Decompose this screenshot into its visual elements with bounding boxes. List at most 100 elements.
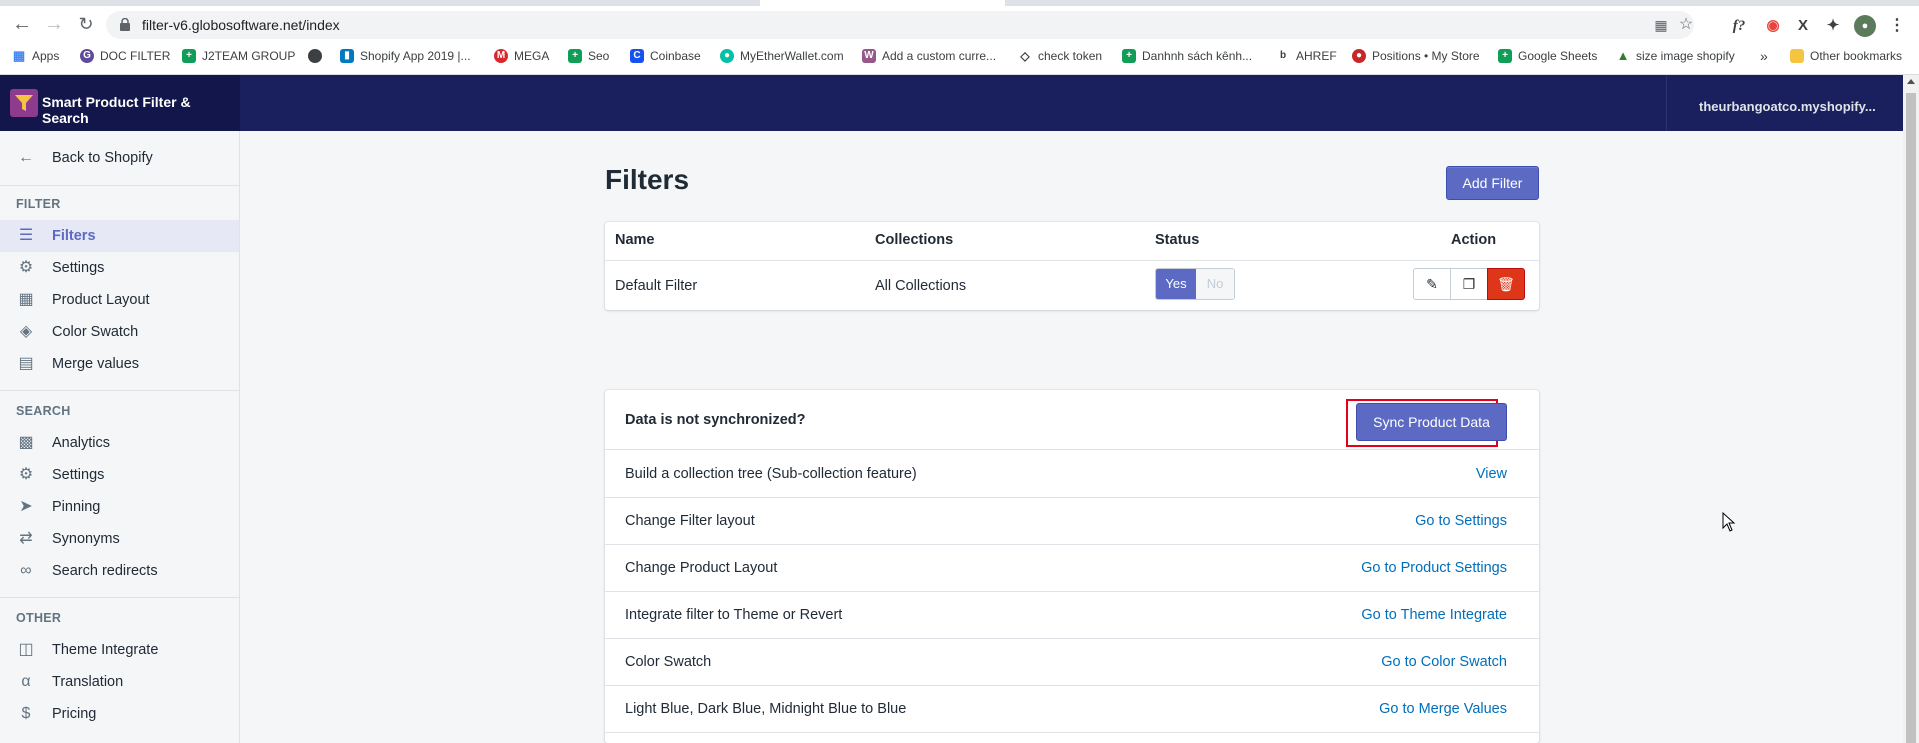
sidebar-item-color-swatch[interactable]: ◈ Color Swatch — [0, 316, 239, 348]
sheets-icon: + — [1122, 49, 1136, 63]
list-item-label: Change Filter layout — [625, 513, 755, 529]
go-to-color-swatch-link[interactable]: Go to Color Swatch — [1381, 654, 1507, 670]
sidebar-item-filters[interactable]: ☰ Filters — [0, 220, 239, 252]
woo-icon: W — [862, 49, 876, 63]
sync-product-data-button[interactable]: Sync Product Data — [1356, 403, 1507, 441]
bookmark-coinbase[interactable]: C Coinbase — [630, 47, 701, 65]
filter-collections: All Collections — [875, 278, 967, 294]
bookmark-positions[interactable]: ● Positions • My Store — [1352, 47, 1480, 65]
sidebar-item-translation[interactable]: α Translation — [0, 666, 239, 698]
ahrefs-icon: b — [1279, 50, 1287, 61]
theme-tree-icon: ◫ — [18, 641, 34, 658]
other-bookmarks-folder[interactable]: Other bookmarks — [1790, 47, 1902, 65]
list-item-label: Build a collection tree (Sub-collection … — [625, 466, 917, 482]
list-item: Build a collection tree (Sub-collection … — [605, 451, 1539, 498]
address-row: ← → ↻ filter-v6.globosoftware.net/index … — [0, 8, 1919, 40]
sidebar-item-search-redirects[interactable]: ∞ Search redirects — [0, 555, 239, 587]
go-to-settings-link[interactable]: Go to Settings — [1415, 513, 1507, 529]
sidebar-item-product-layout[interactable]: ▦ Product Layout — [0, 284, 239, 316]
store-name: theurbangoatco.myshopify... — [1699, 99, 1876, 114]
bookmark-check-token[interactable]: ◇ check token — [1018, 47, 1102, 65]
dollar-circle-icon: $ — [21, 705, 31, 722]
sidebar-item-merge-values[interactable]: ▤ Merge values — [0, 348, 239, 380]
store-menu[interactable]: theurbangoatco.myshopify... — [1666, 75, 1903, 131]
edit-button[interactable]: ✎ — [1413, 268, 1451, 300]
list-item-label: Integrate filter to Theme or Revert — [625, 607, 843, 623]
sidebar-item-filter-settings[interactable]: ⚙ Settings — [0, 252, 239, 284]
bookmark-seo[interactable]: + Seo — [568, 47, 609, 65]
sync-question: Data is not synchronized? — [625, 412, 806, 428]
bookmark-danh-sach-kenh[interactable]: + Danhnh sách kênh... — [1122, 47, 1252, 65]
scroll-up-arrow-icon[interactable] — [1907, 79, 1915, 84]
bookmark-google-sheets[interactable]: + Google Sheets — [1498, 47, 1597, 65]
filter-name[interactable]: Default Filter — [615, 278, 697, 294]
go-to-product-settings-link[interactable]: Go to Product Settings — [1361, 560, 1507, 576]
bookmark-add-custom-currency[interactable]: W Add a custom curre... — [862, 47, 996, 65]
sidebar-item-theme-integrate[interactable]: ◫ Theme Integrate — [0, 634, 239, 666]
bookmark-size-image-shopify[interactable]: ▲ size image shopify — [1616, 47, 1735, 65]
list-item: Integrate filter to Theme or Revert Go t… — [605, 592, 1539, 639]
sidebar-item-search-settings[interactable]: ⚙ Settings — [0, 459, 239, 491]
page-title: Filters — [605, 164, 690, 195]
column-header-action: Action — [1451, 232, 1497, 248]
puzzle-extensions-icon[interactable]: ✦ — [1822, 15, 1844, 37]
sidebar-section-search: SEARCH — [16, 404, 71, 418]
trello-icon: ▮ — [340, 49, 354, 63]
notification-extension-icon[interactable]: ◉ — [1762, 15, 1784, 37]
forward-arrow-icon[interactable]: → — [42, 12, 66, 36]
sidebar-item-pricing[interactable]: $ Pricing — [0, 698, 239, 730]
pin-icon: ➤ — [19, 498, 33, 515]
bookmark-globe[interactable] — [308, 47, 328, 65]
shopify-icon: ▲ — [1616, 48, 1630, 63]
bookmarks-overflow-button[interactable]: » — [1760, 47, 1768, 65]
app-title: Smart Product Filter & Search — [42, 94, 191, 126]
active-tab[interactable] — [760, 0, 1005, 6]
bookmark-star-icon[interactable]: ☆ — [1676, 15, 1696, 35]
folder-icon — [1790, 49, 1804, 63]
bookmark-j2team-group[interactable]: + J2TEAM GROUP — [182, 47, 295, 65]
list-item-label: Color Swatch — [625, 654, 712, 670]
duplicate-button[interactable]: ❐ — [1450, 268, 1488, 300]
page-scrollbar[interactable] — [1903, 75, 1919, 743]
list-item: Color Swatch Go to Color Swatch — [605, 639, 1539, 686]
status-no-button[interactable]: No — [1196, 269, 1234, 299]
url-text: filter-v6.globosoftware.net/index — [142, 17, 340, 33]
column-header-collections: Collections — [875, 232, 954, 248]
back-to-shopify-link[interactable]: ← Back to Shopify — [0, 141, 239, 175]
sheets-icon: + — [1498, 49, 1512, 63]
browser-menu-icon[interactable]: ⋮ — [1886, 15, 1908, 37]
status-toggle[interactable]: Yes No — [1155, 268, 1235, 300]
repeat-icon: ⇄ — [19, 530, 33, 547]
translate-icon[interactable]: ▦ — [1651, 15, 1671, 35]
view-collection-tree-link[interactable]: View — [1476, 466, 1507, 482]
app-brand[interactable]: Smart Product Filter & Search — [0, 75, 240, 131]
book-open-icon: ▤ — [18, 355, 34, 372]
reload-icon[interactable]: ↻ — [74, 12, 98, 36]
sidebar-item-synonyms[interactable]: ⇄ Synonyms — [0, 523, 239, 555]
delete-button[interactable]: 🗑 — [1487, 268, 1525, 300]
mew-icon: ● — [720, 49, 734, 63]
bookmark-myetherwallet[interactable]: ● MyEtherWallet.com — [720, 47, 844, 65]
layout-grid-icon: ▦ — [18, 291, 34, 308]
go-to-theme-integrate-link[interactable]: Go to Theme Integrate — [1361, 607, 1507, 623]
scrollbar-thumb[interactable] — [1906, 93, 1916, 743]
status-yes-button[interactable]: Yes — [1156, 269, 1196, 299]
bookmark-mega[interactable]: M MEGA — [494, 47, 549, 65]
bookmark-doc-filter[interactable]: G DOC FILTER — [80, 47, 170, 65]
x-extension-icon[interactable]: X — [1792, 15, 1814, 37]
back-arrow-icon[interactable]: ← — [10, 12, 34, 36]
sync-row: Data is not synchronized? Sync Product D… — [605, 390, 1539, 450]
go-to-merge-values-link[interactable]: Go to Merge Values — [1379, 701, 1507, 717]
bookmark-shopify-app-2019[interactable]: ▮ Shopify App 2019 |... — [340, 47, 471, 65]
profile-avatar-icon[interactable]: ● — [1854, 15, 1876, 37]
add-filter-button[interactable]: Add Filter — [1446, 166, 1539, 200]
sidebar-item-analytics[interactable]: ▩ Analytics — [0, 427, 239, 459]
bookmark-ahref[interactable]: b AHREF — [1276, 47, 1337, 65]
browser-chrome: ← → ↻ filter-v6.globosoftware.net/index … — [0, 0, 1919, 75]
sidebar-item-pinning[interactable]: ➤ Pinning — [0, 491, 239, 523]
address-bar[interactable]: filter-v6.globosoftware.net/index ▦ ☆ — [106, 11, 1694, 39]
formula-extension-icon[interactable]: f? — [1728, 15, 1750, 37]
paint-bucket-icon: ◈ — [19, 323, 33, 340]
bookmark-apps[interactable]: ▦ Apps — [12, 47, 60, 65]
translate-icon: α — [21, 673, 31, 690]
